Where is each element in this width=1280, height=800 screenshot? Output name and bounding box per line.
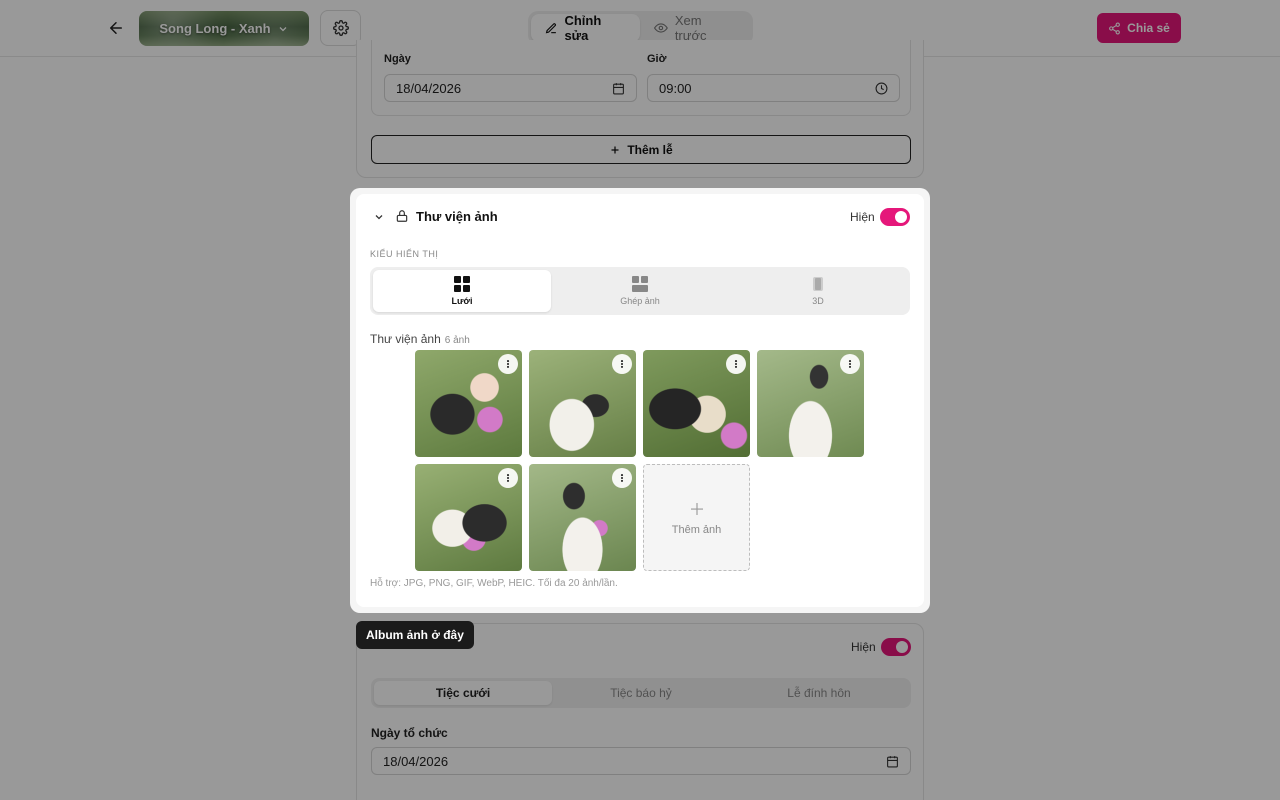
gallery-card: Thư viện ảnh Hiện KIỂU HIỂN THỊ Lưới Ghé… bbox=[356, 194, 924, 607]
layout-tabs: Lưới Ghép ảnh 3D bbox=[370, 267, 910, 315]
chevron-down-icon[interactable] bbox=[373, 211, 385, 223]
more-vertical-icon bbox=[620, 474, 624, 482]
photo-menu-button[interactable] bbox=[726, 354, 746, 374]
gallery-title: Thư viện ảnh bbox=[416, 209, 498, 224]
add-photo-label: Thêm ảnh bbox=[671, 523, 722, 536]
library-heading: Thư viện ảnh 6 ảnh bbox=[370, 332, 470, 346]
lock-icon bbox=[396, 210, 408, 222]
photo-menu-button[interactable] bbox=[498, 354, 518, 374]
onboarding-tooltip: Album ảnh ở đây bbox=[356, 621, 474, 649]
more-vertical-icon bbox=[506, 360, 510, 368]
gallery-header[interactable]: Thư viện ảnh Hiện bbox=[356, 194, 924, 238]
more-vertical-icon bbox=[848, 360, 852, 368]
library-label: Thư viện ảnh bbox=[370, 332, 441, 346]
more-vertical-icon bbox=[506, 474, 510, 482]
plus-icon bbox=[690, 502, 703, 515]
more-vertical-icon bbox=[734, 360, 738, 368]
photo-menu-button[interactable] bbox=[612, 468, 632, 488]
collage-icon bbox=[632, 276, 648, 292]
photo-thumbnail[interactable] bbox=[415, 464, 522, 571]
photo-grid: Thêm ảnh bbox=[415, 350, 865, 571]
photo-menu-button[interactable] bbox=[840, 354, 860, 374]
more-vertical-icon bbox=[620, 360, 624, 368]
3d-icon bbox=[813, 277, 823, 291]
display-style-label: KIỂU HIỂN THỊ bbox=[370, 249, 439, 259]
layout-collage[interactable]: Ghép ảnh bbox=[551, 270, 729, 312]
layout-3d[interactable]: 3D bbox=[729, 270, 907, 312]
grid-icon bbox=[454, 276, 470, 292]
layout-3d-label: 3D bbox=[812, 296, 824, 306]
photo-count: 6 ảnh bbox=[444, 335, 470, 346]
photo-menu-button[interactable] bbox=[498, 468, 518, 488]
photo-thumbnail[interactable] bbox=[643, 350, 750, 457]
photo-thumbnail[interactable] bbox=[529, 464, 636, 571]
photo-thumbnail[interactable] bbox=[757, 350, 864, 457]
gallery-visible-label: Hiện bbox=[850, 210, 875, 224]
photo-thumbnail[interactable] bbox=[529, 350, 636, 457]
photo-menu-button[interactable] bbox=[612, 354, 632, 374]
layout-collage-label: Ghép ảnh bbox=[620, 296, 660, 306]
photo-thumbnail[interactable] bbox=[415, 350, 522, 457]
upload-hint: Hỗ trợ: JPG, PNG, GIF, WebP, HEIC. Tối đ… bbox=[370, 578, 618, 589]
gallery-visible-toggle[interactable] bbox=[880, 208, 910, 226]
add-photo-button[interactable]: Thêm ảnh bbox=[643, 464, 750, 571]
layout-grid-label: Lưới bbox=[451, 296, 473, 306]
layout-grid[interactable]: Lưới bbox=[373, 270, 551, 312]
